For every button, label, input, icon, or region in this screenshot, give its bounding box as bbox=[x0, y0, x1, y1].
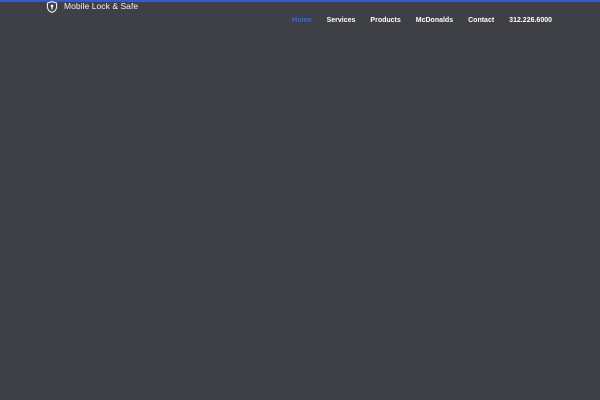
nav-item-mcdonalds[interactable]: McDonalds bbox=[416, 16, 453, 26]
nav-item-home[interactable]: Home bbox=[292, 16, 311, 26]
shield-lock-icon bbox=[46, 0, 58, 13]
main-navigation: Home Services Products McDonalds Contact… bbox=[292, 16, 552, 26]
page: Mobile Lock & Safe Home Services Product… bbox=[0, 0, 600, 400]
nav-item-services[interactable]: Services bbox=[327, 16, 356, 26]
logo-text: Mobile Lock & Safe bbox=[64, 1, 139, 11]
nav-item-products[interactable]: Products bbox=[370, 16, 400, 26]
nav-item-contact[interactable]: Contact bbox=[468, 16, 494, 26]
site-logo[interactable]: Mobile Lock & Safe bbox=[46, 0, 139, 13]
phone-link[interactable]: 312.226.6000 bbox=[509, 16, 552, 26]
